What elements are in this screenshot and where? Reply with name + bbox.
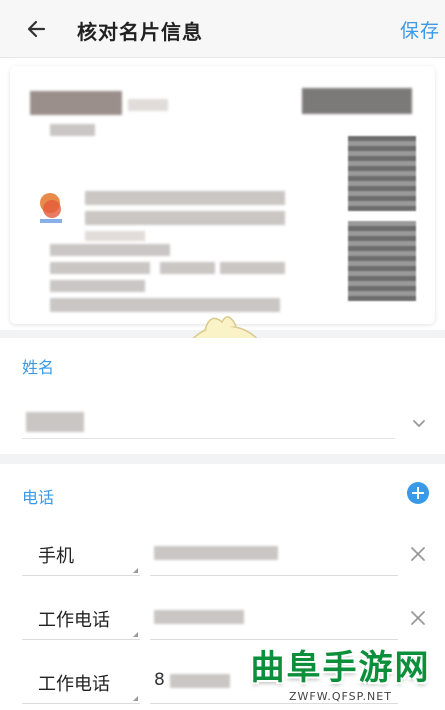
close-icon[interactable] [409, 609, 427, 627]
save-button[interactable]: 保存 [400, 16, 440, 43]
card-line-blur [220, 262, 285, 274]
arrow-left-icon[interactable] [22, 14, 52, 44]
phone-number-blur [170, 674, 230, 688]
name-section-label: 姓名 [22, 358, 55, 377]
name-section: 姓名 [0, 338, 445, 454]
qr-code-image [348, 136, 416, 211]
phone-type-label: 工作电话 [38, 674, 110, 695]
phone-type-select[interactable]: 手机 [22, 532, 140, 576]
phone-row: 手机 [0, 532, 445, 586]
phone-number-value: 8 [154, 670, 165, 690]
qr-code-image [348, 221, 416, 301]
phone-number-blur [154, 546, 278, 560]
watermark: 曲阜手游网 ZWFW.QFSP.NET [236, 640, 445, 710]
card-subtitle-blur [50, 124, 95, 136]
card-line-blur [160, 262, 215, 274]
close-icon[interactable] [409, 545, 427, 563]
card-line-blur [85, 231, 145, 241]
phone-number-input[interactable] [150, 596, 398, 640]
page-title: 核对名片信息 [77, 20, 203, 44]
card-line-blur [85, 191, 285, 205]
card-image-area [0, 58, 445, 330]
card-title-blur [128, 99, 168, 111]
dropdown-corner-icon [133, 632, 138, 637]
plus-circle-icon[interactable] [407, 482, 429, 504]
card-line-blur [50, 262, 150, 274]
name-value-blur[interactable] [26, 412, 84, 432]
card-name-blur [30, 91, 122, 115]
card-line-blur [50, 280, 145, 292]
phone-type-select[interactable]: 工作电话 [22, 596, 140, 640]
phone-type-label: 工作电话 [38, 610, 110, 631]
phone-number-input[interactable] [150, 532, 398, 576]
company-logo-icon [40, 193, 62, 223]
dropdown-corner-icon [133, 696, 138, 701]
watermark-text: 曲阜手游网 [250, 648, 431, 688]
card-company-logo-blur [302, 88, 412, 114]
card-line-blur [50, 244, 170, 256]
business-card-image[interactable] [10, 66, 435, 324]
top-bar: 核对名片信息 保存 [0, 0, 445, 58]
phone-section-label: 电话 [22, 488, 55, 507]
chevron-down-icon[interactable] [411, 416, 427, 432]
card-line-blur [85, 211, 285, 225]
phone-type-select[interactable]: 工作电话 [22, 660, 140, 704]
phone-type-label: 手机 [38, 546, 74, 567]
phone-number-blur [154, 610, 244, 624]
name-field-underline [22, 438, 395, 439]
watermark-url: ZWFW.QFSP.NET [289, 690, 392, 703]
dropdown-corner-icon [133, 568, 138, 573]
